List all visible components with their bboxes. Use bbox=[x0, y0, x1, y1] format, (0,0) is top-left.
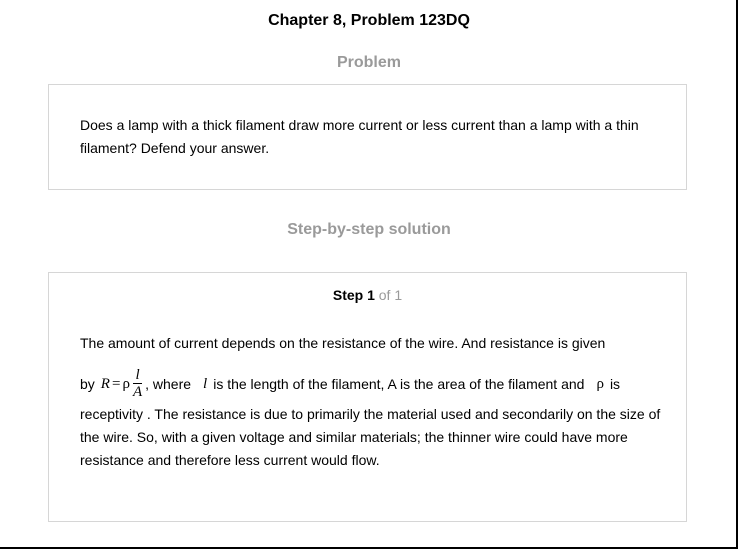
chapter-title: Chapter 8, Problem 123DQ bbox=[268, 12, 470, 29]
formula-rho-symbol: ρ bbox=[122, 375, 130, 392]
solution-paragraph: receptivity . The resistance is due to p… bbox=[80, 406, 661, 468]
fraction-denominator: A bbox=[132, 384, 143, 400]
rho-symbol: ρ bbox=[596, 375, 604, 392]
step-number: Step 1 bbox=[332, 287, 375, 303]
problem-text: Does a lamp with a thick filament draw m… bbox=[80, 117, 639, 156]
l-symbol: l bbox=[203, 375, 208, 392]
formula-fraction: l A bbox=[131, 367, 144, 401]
solution-line-1: The amount of current depends on the res… bbox=[80, 335, 606, 351]
step-total: of 1 bbox=[378, 287, 403, 303]
step-label: Step 1 of 1 bbox=[49, 287, 686, 303]
formula-line: by R = ρ l A , where l is the length of … bbox=[80, 366, 620, 402]
formula-by-text: by bbox=[80, 376, 95, 392]
fraction-numerator: l bbox=[133, 367, 142, 384]
formula-r-symbol: R bbox=[100, 375, 110, 392]
problem-card: Does a lamp with a thick filament draw m… bbox=[48, 84, 687, 190]
formula-is-text: is bbox=[609, 376, 621, 392]
solution-card: Step 1 of 1 The amount of current depend… bbox=[48, 272, 687, 522]
formula-middle-text: is the length of the filament, A is the … bbox=[213, 376, 585, 392]
solution-heading: Step-by-step solution bbox=[287, 221, 451, 238]
formula-equals: = bbox=[111, 375, 121, 392]
formula-where-text: , where bbox=[145, 376, 192, 392]
problem-heading: Problem bbox=[336, 54, 401, 71]
